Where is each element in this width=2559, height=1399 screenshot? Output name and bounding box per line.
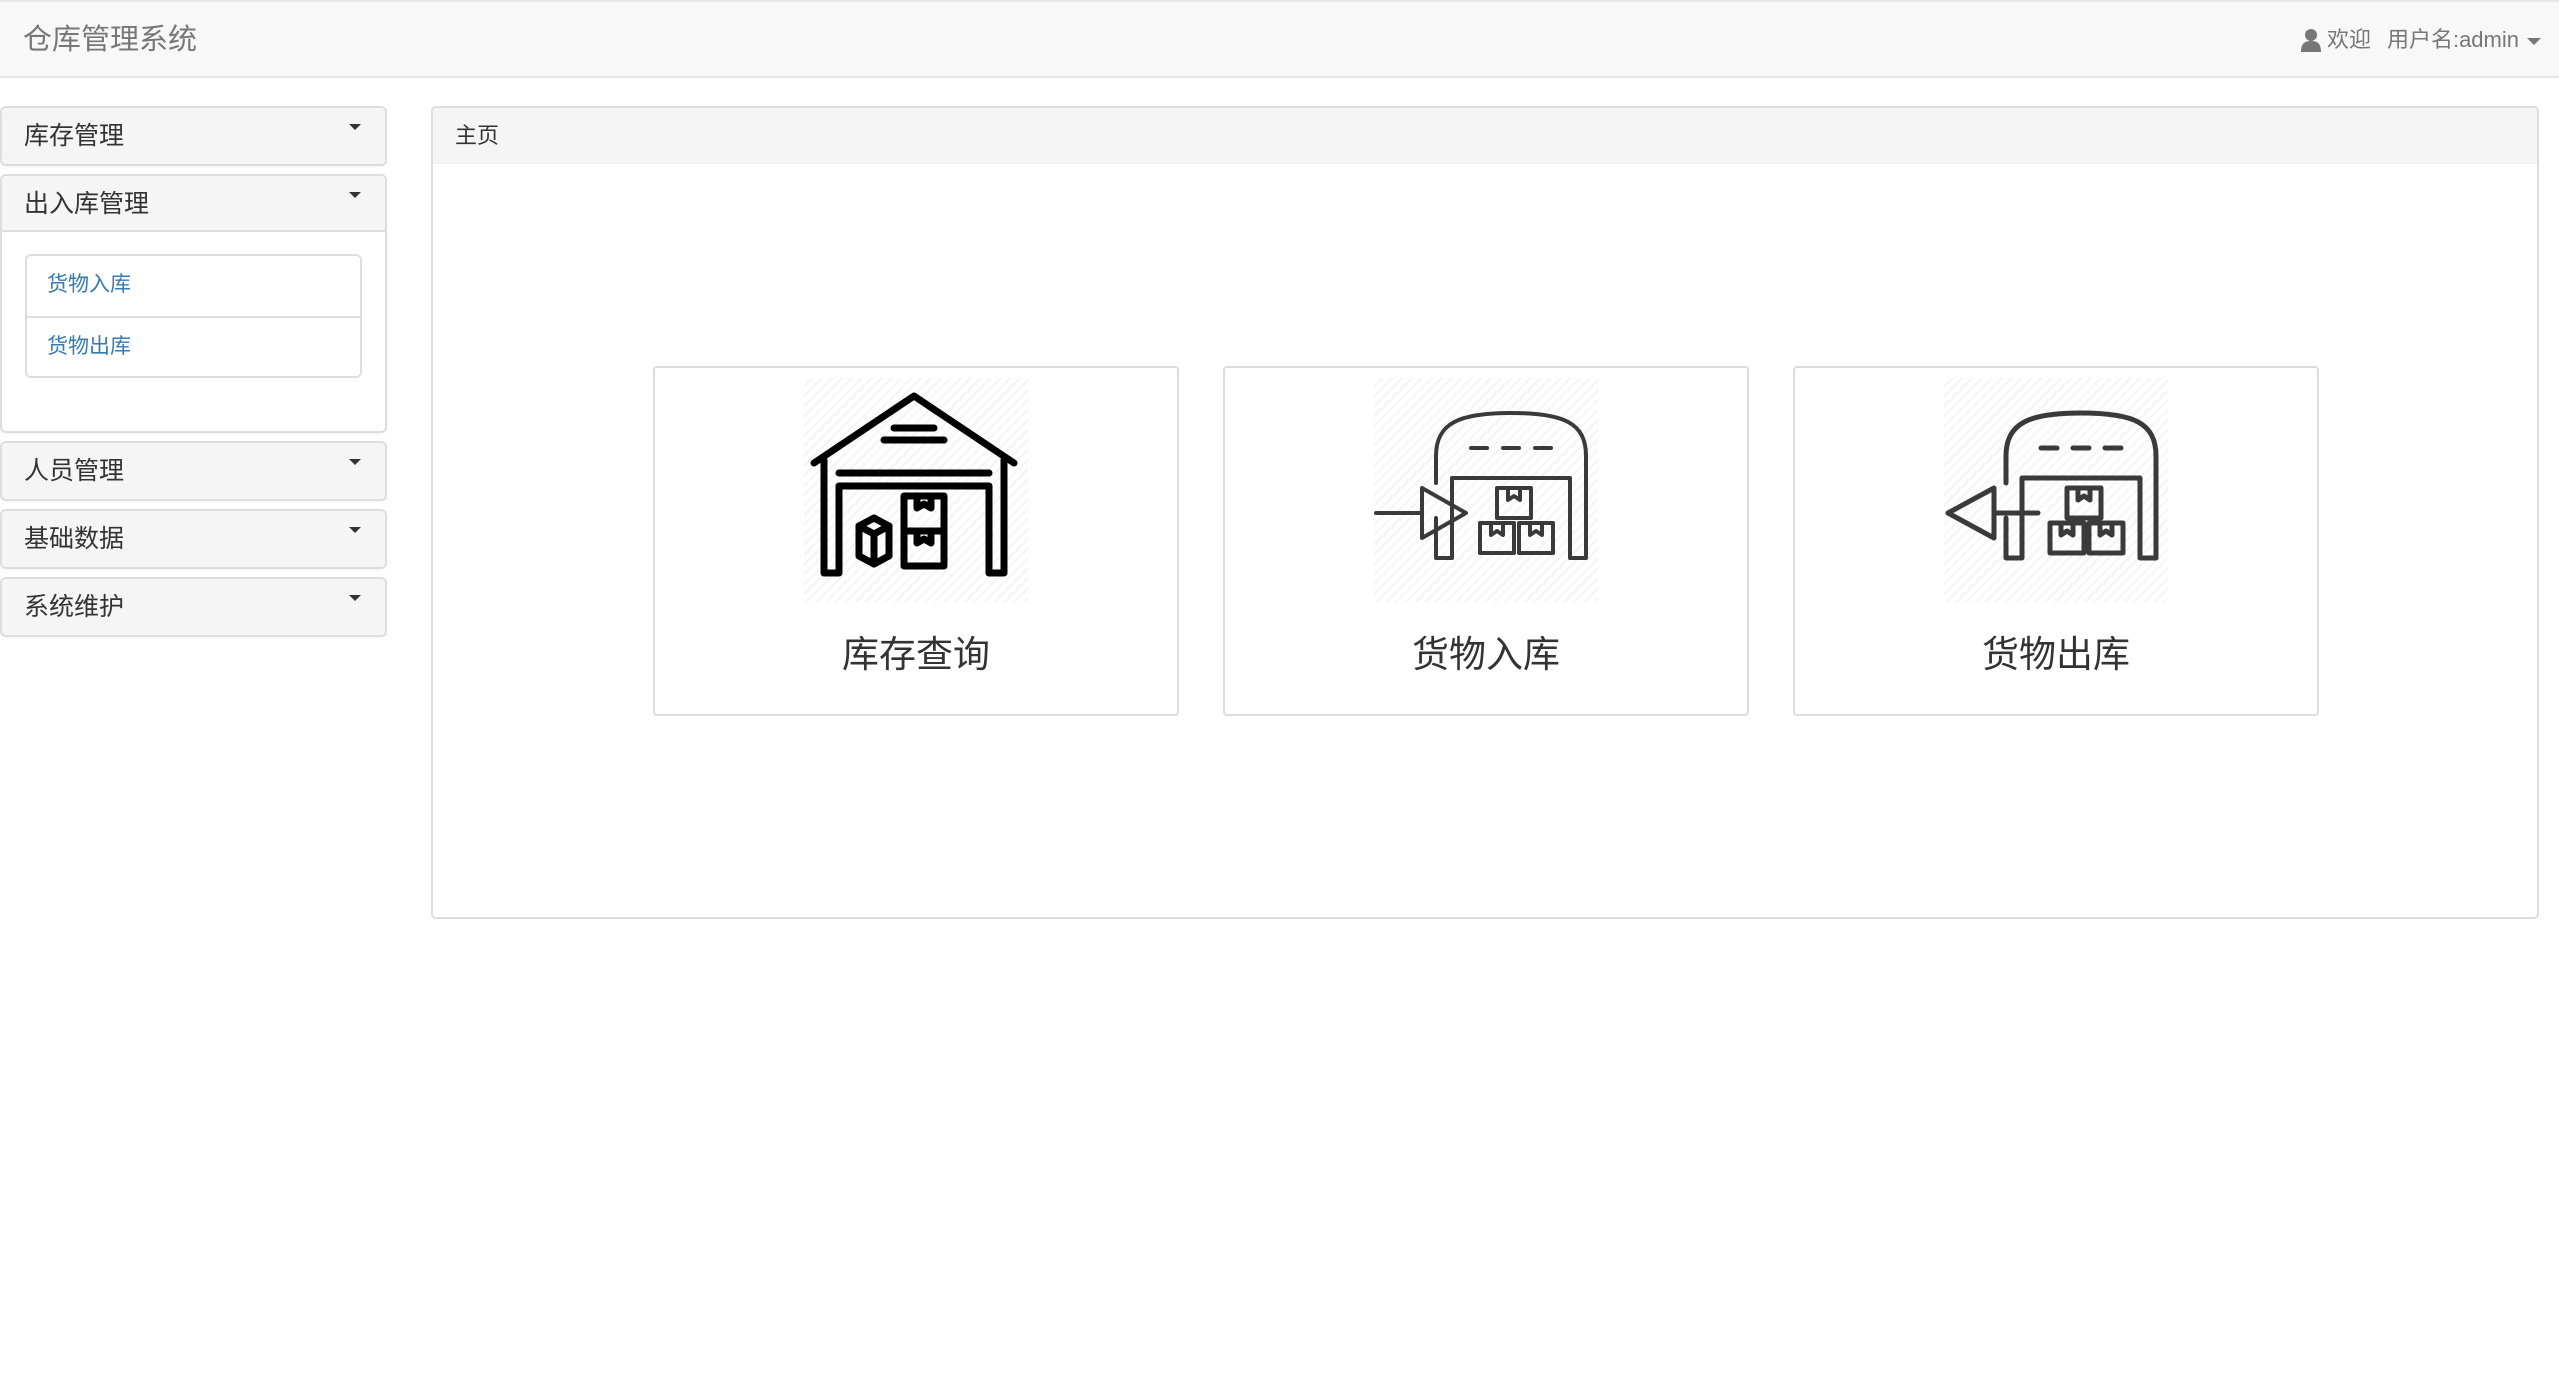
sidebar-panel-title: 基础数据 — [24, 525, 125, 553]
sidebar-panel-heading[interactable]: 库存管理 — [2, 108, 385, 164]
page-title: 主页 — [433, 108, 2537, 164]
chevron-down-icon — [349, 192, 361, 198]
sidebar-panel-heading[interactable]: 基础数据 — [2, 511, 385, 567]
submenu-item-goods-out[interactable]: 货物出库 — [27, 316, 360, 376]
sidebar-panel-title: 人员管理 — [24, 457, 125, 485]
submenu-list: 货物入库 货物出库 — [25, 254, 362, 378]
chevron-down-icon — [349, 459, 361, 465]
sidebar-panel-title: 出入库管理 — [24, 190, 150, 218]
sidebar-panel-body: 货物入库 货物出库 — [2, 232, 385, 431]
sidebar-panel-heading[interactable]: 人员管理 — [2, 443, 385, 499]
card-label: 货物出库 — [1982, 634, 2130, 675]
sidebar-panel-basic-data: 基础数据 — [0, 509, 387, 569]
card-label: 库存查询 — [842, 634, 990, 675]
main-panel: 主页 库存查询 货物入库 货物出库 — [431, 106, 2539, 919]
sidebar: 库存管理 出入库管理 货物入库 货物出库 人员管理 基础数据 系统维护 — [0, 106, 387, 645]
sidebar-panel-title: 库存管理 — [24, 122, 125, 150]
card-inventory-query[interactable]: 库存查询 — [653, 366, 1179, 716]
chevron-down-icon — [349, 124, 361, 130]
sidebar-panel-staff: 人员管理 — [0, 441, 387, 501]
card-image — [1944, 378, 2168, 602]
card-goods-out[interactable]: 货物出库 — [1793, 366, 2319, 716]
top-navbar: 仓库管理系统 欢迎 用户名:admin — [0, 0, 2559, 78]
user-icon — [2300, 29, 2321, 52]
sidebar-panel-inout: 出入库管理 货物入库 货物出库 — [0, 174, 387, 433]
warehouse-inbound-icon — [1374, 411, 1588, 560]
sidebar-panel-system: 系统维护 — [0, 577, 387, 637]
sidebar-panel-inventory: 库存管理 — [0, 106, 387, 166]
card-image — [1374, 378, 1598, 602]
card-goods-in[interactable]: 货物入库 — [1223, 366, 1749, 716]
card-label: 货物入库 — [1412, 634, 1560, 675]
card-image — [804, 378, 1028, 602]
chevron-down-icon — [349, 527, 361, 533]
user-menu[interactable]: 欢迎 用户名:admin — [2300, 24, 2541, 56]
welcome-text: 欢迎 — [2326, 27, 2371, 52]
chevron-down-icon[interactable] — [2527, 38, 2541, 45]
submenu-item-goods-in[interactable]: 货物入库 — [27, 256, 360, 316]
username-label[interactable]: 用户名:admin — [2387, 24, 2519, 56]
sidebar-panel-heading[interactable]: 出入库管理 — [2, 176, 385, 232]
chevron-down-icon — [349, 595, 361, 601]
shortcut-cards: 库存查询 货物入库 货物出库 — [653, 366, 2319, 716]
app-brand[interactable]: 仓库管理系统 — [23, 22, 197, 58]
sidebar-panel-title: 系统维护 — [24, 593, 125, 621]
warehouse-outbound-icon — [1945, 410, 2159, 561]
sidebar-panel-heading[interactable]: 系统维护 — [2, 579, 385, 635]
warehouse-icon — [810, 392, 1018, 577]
